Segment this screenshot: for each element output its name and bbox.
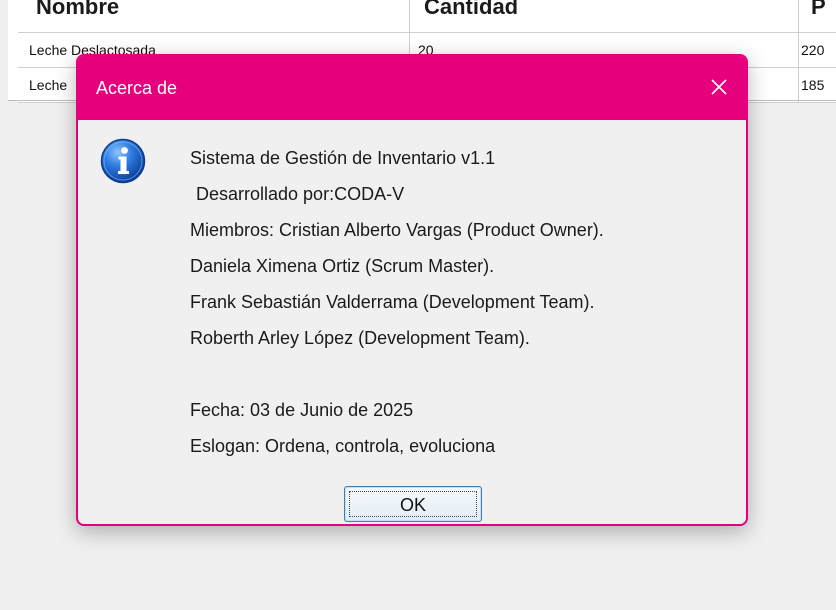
- dialog-title: Acerca de: [96, 78, 178, 98]
- information-icon: [100, 138, 146, 184]
- message-line: Frank Sebastián Valderrama (Development …: [190, 292, 595, 312]
- close-button[interactable]: [692, 56, 746, 120]
- table-cell-precio[interactable]: 220: [799, 33, 836, 67]
- message-line: Roberth Arley López (Development Team).: [190, 328, 530, 348]
- message-line: Desarrollado por:CODA-V: [196, 184, 405, 204]
- message-line: Daniela Ximena Ortiz (Scrum Master).: [190, 256, 495, 276]
- dialog-message: Sistema de Gestión de Inventario v1.1 De…: [190, 140, 740, 464]
- dialog-titlebar[interactable]: Acerca de: [78, 56, 746, 120]
- app-window: Nombre Cantidad P Leche Deslactosada 20 …: [0, 0, 836, 610]
- table-cell-precio[interactable]: 185: [799, 68, 836, 102]
- about-dialog: Acerca de Sistema de Gestión de Inventar…: [76, 54, 748, 526]
- message-line: Sistema de Gestión de Inventario v1.1: [190, 148, 496, 168]
- ok-button[interactable]: OK: [344, 486, 482, 522]
- column-header-precio[interactable]: P: [799, 0, 836, 32]
- table-header-row: Nombre Cantidad P: [18, 0, 836, 33]
- message-line: Miembros: Cristian Alberto Vargas (Produ…: [190, 220, 604, 240]
- ok-button-label: OK: [399, 495, 426, 515]
- column-header-cantidad[interactable]: Cantidad: [410, 0, 799, 32]
- slogan-line: Eslogan: Ordena, controla, evoluciona: [190, 436, 496, 456]
- date-line: Fecha: 03 de Junio de 2025: [190, 400, 414, 420]
- close-icon: [711, 79, 727, 95]
- column-header-nombre[interactable]: Nombre: [18, 0, 410, 32]
